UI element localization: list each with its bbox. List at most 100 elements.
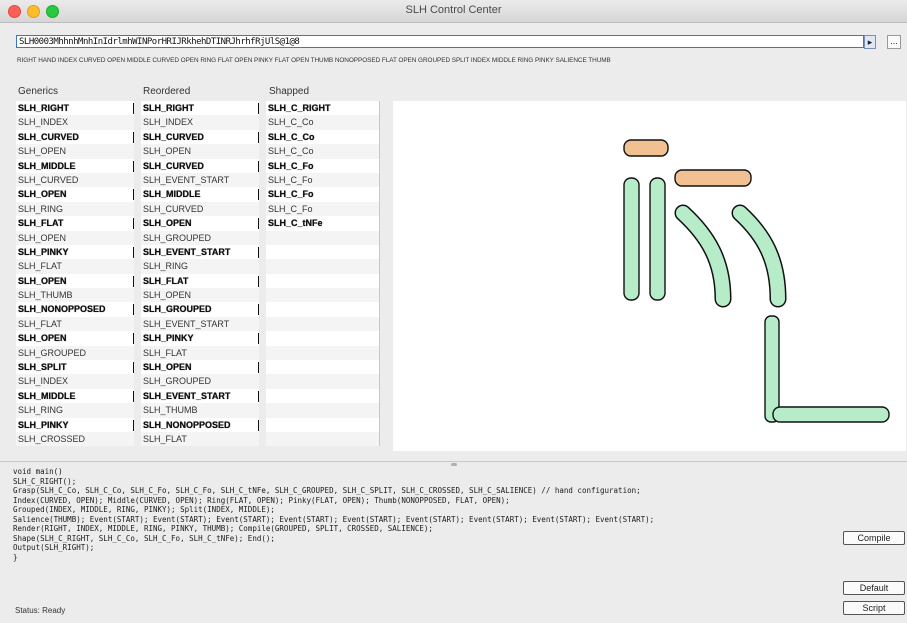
- list-item[interactable]: SLH_GROUPED: [141, 374, 259, 389]
- list-item[interactable]: [266, 331, 379, 346]
- list-item[interactable]: SLH_PINKY: [141, 331, 259, 346]
- list-item[interactable]: SLH_OPEN: [141, 216, 259, 231]
- list-item[interactable]: SLH_CURVED: [16, 129, 134, 145]
- list-item[interactable]: SLH_PINKY: [16, 244, 134, 260]
- list-item[interactable]: SLH_GROUPED: [141, 230, 259, 245]
- list-item[interactable]: SLH_FLAT: [141, 345, 259, 361]
- list-item[interactable]: [266, 360, 379, 375]
- list-item[interactable]: [266, 431, 379, 447]
- row-separator: [133, 390, 134, 402]
- list-item[interactable]: SLH_FLAT: [16, 316, 134, 332]
- middle-finger-segment: [649, 177, 666, 301]
- list-item[interactable]: SLH_CURVED: [141, 158, 259, 173]
- list-item[interactable]: SLH_OPEN: [16, 273, 134, 289]
- list-item[interactable]: [266, 374, 379, 389]
- list-item[interactable]: SLH_C_RIGHT: [266, 101, 379, 116]
- pane-divider[interactable]: [0, 461, 907, 462]
- list-item[interactable]: SLH_GROUPED: [141, 302, 259, 317]
- list-item[interactable]: SLH_OPEN: [16, 230, 134, 245]
- generics-list[interactable]: SLH_RIGHT SLH_INDEX SLH_CURVED SLH_OPEN SLH_…: [16, 101, 134, 447]
- compile-button[interactable]: Compile: [843, 531, 905, 545]
- output-line: Index(CURVED, OPEN); Middle(CURVED, OPEN…: [13, 495, 510, 505]
- list-item[interactable]: SLH_MIDDLE: [141, 187, 259, 202]
- list-item[interactable]: SLH_CROSSED: [16, 431, 134, 447]
- row-separator: [258, 103, 259, 114]
- list-item[interactable]: SLH_INDEX: [16, 374, 134, 389]
- row-separator: [133, 131, 134, 143]
- reordered-list[interactable]: SLH_RIGHT SLH_INDEX SLH_CURVED SLH_OPEN SLH_…: [141, 101, 259, 447]
- list-item[interactable]: SLH_RIGHT: [16, 101, 134, 116]
- default-button[interactable]: Default: [843, 581, 905, 595]
- list-item[interactable]: SLH_C_Fo: [266, 201, 379, 217]
- list-item[interactable]: SLH_CURVED: [141, 201, 259, 217]
- list-item[interactable]: SLH_OPEN: [16, 187, 134, 202]
- list-item[interactable]: [266, 302, 379, 317]
- list-item[interactable]: SLH_PINKY: [16, 417, 134, 432]
- window-title: SLH Control Center: [405, 4, 502, 16]
- list-item[interactable]: SLH_C_Co: [266, 129, 379, 145]
- list-item[interactable]: SLH_C_tNFe: [266, 216, 379, 231]
- code-input-field[interactable]: SLH0003MhhnhMnhInIdrlmhWINPorHRIJRkhehDT…: [16, 35, 864, 48]
- list-item[interactable]: SLH_RIGHT: [141, 101, 259, 116]
- list-item[interactable]: SLH_MIDDLE: [16, 158, 134, 173]
- list-item[interactable]: SLH_NONOPPOSED: [141, 417, 259, 432]
- list-item[interactable]: SLH_OPEN: [16, 331, 134, 346]
- output-line: Grouped(INDEX, MIDDLE, RING, PINKY); Spl…: [13, 505, 275, 514]
- list-item[interactable]: SLH_C_Fo: [266, 187, 379, 202]
- list-item[interactable]: [266, 388, 379, 404]
- pinky-finger-segment: [733, 206, 785, 306]
- shapped-list[interactable]: SLH_C_RIGHT SLH_C_Co SLH_C_Co SLH_C_Co SLH_C…: [266, 101, 380, 447]
- list-item[interactable]: SLH_OPEN: [141, 144, 259, 159]
- list-item[interactable]: SLH_RING: [16, 201, 134, 217]
- list-item[interactable]: SLH_INDEX: [141, 115, 259, 130]
- list-item[interactable]: SLH_MIDDLE: [16, 388, 134, 404]
- shapped-header: Shapped: [269, 86, 310, 97]
- go-button[interactable]: ▸: [864, 35, 876, 49]
- list-item[interactable]: SLH_THUMB: [16, 288, 134, 303]
- list-item[interactable]: SLH_CURVED: [16, 172, 134, 188]
- list-item[interactable]: SLH_EVENT_START: [141, 388, 259, 404]
- list-item[interactable]: [266, 403, 379, 418]
- list-item[interactable]: SLH_C_Co: [266, 115, 379, 130]
- more-options-button[interactable]: ...: [887, 35, 901, 49]
- row-separator: [133, 333, 134, 345]
- list-item[interactable]: [266, 417, 379, 432]
- hand-shape-canvas: [393, 101, 906, 451]
- row-separator: [133, 103, 134, 114]
- list-item[interactable]: [266, 230, 379, 245]
- list-item[interactable]: [266, 345, 379, 361]
- list-item[interactable]: [266, 244, 379, 260]
- list-item[interactable]: SLH_FLAT: [141, 273, 259, 289]
- list-item[interactable]: SLH_OPEN: [141, 360, 259, 375]
- list-item[interactable]: SLH_FLAT: [141, 431, 259, 447]
- row-separator: [258, 131, 259, 143]
- row-separator: [258, 275, 259, 287]
- list-item[interactable]: SLH_RING: [141, 259, 259, 274]
- list-item[interactable]: SLH_GROUPED: [16, 345, 134, 361]
- list-item[interactable]: SLH_EVENT_START: [141, 244, 259, 260]
- list-item[interactable]: SLH_INDEX: [16, 115, 134, 130]
- list-item[interactable]: SLH_EVENT_START: [141, 316, 259, 332]
- generics-header: Generics: [18, 86, 59, 97]
- list-item[interactable]: SLH_EVENT_START: [141, 172, 259, 188]
- list-item[interactable]: SLH_C_Co: [266, 144, 379, 159]
- list-item[interactable]: SLH_FLAT: [16, 216, 134, 231]
- list-item[interactable]: SLH_FLAT: [16, 259, 134, 274]
- list-item[interactable]: [266, 273, 379, 289]
- list-item[interactable]: SLH_NONOPPOSED: [16, 302, 134, 317]
- list-item[interactable]: SLH_SPLIT: [16, 360, 134, 375]
- list-item[interactable]: [266, 259, 379, 274]
- row-separator: [133, 362, 134, 374]
- list-item[interactable]: [266, 288, 379, 303]
- list-item[interactable]: SLH_RING: [16, 403, 134, 418]
- list-item[interactable]: SLH_OPEN: [141, 288, 259, 303]
- list-item[interactable]: SLH_C_Fo: [266, 158, 379, 173]
- list-item[interactable]: SLH_CURVED: [141, 129, 259, 145]
- script-button[interactable]: Script: [843, 601, 905, 615]
- splitter-handle[interactable]: [451, 463, 457, 466]
- row-separator: [258, 189, 259, 201]
- list-item[interactable]: SLH_C_Fo: [266, 172, 379, 188]
- list-item[interactable]: SLH_THUMB: [141, 403, 259, 418]
- list-item[interactable]: [266, 316, 379, 332]
- list-item[interactable]: SLH_OPEN: [16, 144, 134, 159]
